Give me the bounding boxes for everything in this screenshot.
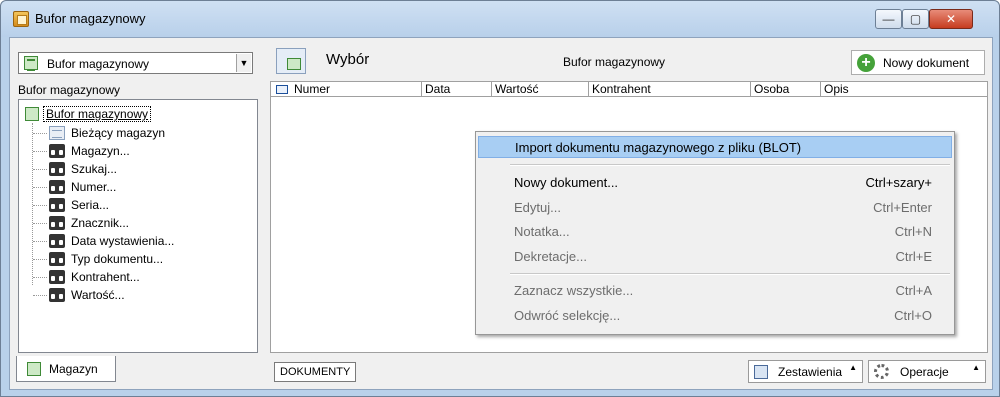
tree-item-label: Bieżący magazyn — [71, 126, 166, 140]
tree-item-label: Znacznik... — [71, 216, 130, 230]
tree-item-label: Numer... — [71, 180, 117, 194]
document-header: Wybór Bufor magazynowy + Nowy dokument — [270, 44, 988, 76]
buffer-icon — [24, 56, 38, 71]
tab-magazyn-label: Magazyn — [49, 361, 98, 376]
table-icon — [49, 126, 65, 140]
menu-item-decrees[interactable]: Dekretacje... Ctrl+E — [478, 246, 952, 268]
column-header-numer[interactable]: Numer — [270, 81, 422, 97]
plus-icon: + — [857, 53, 875, 72]
tree-item-magazyn[interactable]: Magazyn... — [33, 142, 130, 160]
binoculars-icon — [49, 234, 65, 248]
tree-root-label: Bufor magazynowy — [43, 106, 152, 122]
new-document-button[interactable]: + Nowy dokument — [851, 50, 985, 75]
tree-item-znacznik[interactable]: Znacznik... — [33, 214, 129, 232]
binoculars-icon — [49, 288, 65, 302]
app-icon — [13, 11, 29, 27]
gear-icon — [874, 364, 889, 379]
documents-tab[interactable]: DOKUMENTY — [274, 362, 357, 382]
tree-item-numer[interactable]: Numer... — [33, 178, 116, 196]
left-panel: Bufor magazynowy ▼ Bufor magazynowy Bufo… — [16, 44, 266, 384]
tree-item-biezacy-magazyn[interactable]: Bieżący magazyn — [33, 124, 165, 142]
menu-item-select-all[interactable]: Zaznacz wszystkie... Ctrl+A — [478, 280, 952, 302]
section-title: Wybór — [326, 51, 370, 68]
tree-item-szukaj[interactable]: Szukaj... — [33, 160, 117, 178]
tree-item-typ-dokumentu[interactable]: Typ dokumentu... — [33, 250, 163, 268]
tree-item-seria[interactable]: Seria... — [33, 196, 109, 214]
selection-icon — [276, 48, 306, 74]
caret-up-icon: ▲ — [972, 363, 980, 372]
tree-item-wartosc[interactable]: Wartość... — [33, 286, 125, 304]
column-header-osoba[interactable]: Osoba — [751, 81, 821, 97]
binoculars-icon — [49, 144, 65, 158]
binoculars-icon — [49, 198, 65, 212]
binoculars-icon — [49, 180, 65, 194]
close-button[interactable]: ✕ — [929, 9, 973, 29]
new-document-label: Nowy dokument — [883, 55, 970, 70]
menu-item-import-blot[interactable]: Import dokumentu magazynowego z pliku (B… — [478, 136, 952, 158]
minimize-button[interactable]: — — [875, 9, 902, 29]
tree-item-label: Kontrahent... — [71, 270, 140, 284]
chevron-down-icon[interactable]: ▼ — [236, 54, 251, 72]
menu-separator — [510, 164, 950, 166]
menu-separator — [510, 273, 950, 275]
tree-item-label: Magazyn... — [71, 144, 130, 158]
menu-item-note[interactable]: Notatka... Ctrl+N — [478, 221, 952, 243]
tree-item-label: Data wystawienia... — [71, 234, 175, 248]
tree-root[interactable]: Bufor magazynowy — [25, 106, 152, 122]
binoculars-icon — [49, 270, 65, 284]
column-headers: Numer Data Wartość Kontrahent Osoba Opis — [270, 81, 988, 97]
application-window: Bufor magazynowy — ▢ ✕ Bufor magazynowy … — [0, 0, 1000, 397]
window-title: Bufor magazynowy — [35, 11, 146, 26]
title-bar[interactable]: Bufor magazynowy — ▢ ✕ — [1, 1, 999, 37]
select-all-icon — [276, 85, 288, 95]
column-header-kontrahent[interactable]: Kontrahent — [589, 81, 751, 97]
column-header-wartosc[interactable]: Wartość — [492, 81, 589, 97]
bottom-toolbar: DOKUMENTY Zestawienia ▲ Operacje ▲ — [270, 359, 988, 384]
column-header-data[interactable]: Data — [422, 81, 492, 97]
tree-item-data-wystawienia[interactable]: Data wystawienia... — [33, 232, 174, 250]
tree-item-kontrahent[interactable]: Kontrahent... — [33, 268, 140, 286]
menu-item-new-document[interactable]: Nowy dokument... Ctrl+szary+ — [478, 172, 952, 194]
context-menu: Import dokumentu magazynowego z pliku (B… — [475, 131, 955, 335]
buffer-select-value: Bufor magazynowy — [47, 57, 150, 71]
buffer-label: Bufor magazynowy — [563, 55, 666, 69]
filter-tree: Bufor magazynowy Bieżący magazyn Magazyn… — [18, 99, 258, 353]
maximize-button[interactable]: ▢ — [902, 9, 929, 29]
operations-label: Operacje — [900, 364, 949, 379]
buffer-select[interactable]: Bufor magazynowy ▼ — [18, 52, 253, 74]
caret-up-icon: ▲ — [849, 363, 857, 372]
tree-item-label: Seria... — [71, 198, 110, 212]
binoculars-icon — [49, 252, 65, 266]
column-header-opis[interactable]: Opis — [821, 81, 988, 97]
binoculars-icon — [49, 216, 65, 230]
chart-icon — [754, 364, 768, 379]
operations-button[interactable]: Operacje ▲ — [868, 360, 986, 383]
tree-item-label: Szukaj... — [71, 162, 118, 176]
warehouse-icon — [27, 361, 41, 376]
tree-item-label: Typ dokumentu... — [71, 252, 164, 266]
tree-item-label: Wartość... — [71, 288, 125, 302]
reports-label: Zestawienia — [778, 364, 843, 379]
reports-button[interactable]: Zestawienia ▲ — [748, 360, 863, 383]
buffer-icon — [25, 107, 39, 121]
menu-item-edit[interactable]: Edytuj... Ctrl+Enter — [478, 197, 952, 219]
tab-magazyn[interactable]: Magazyn — [16, 356, 116, 382]
menu-item-invert-selection[interactable]: Odwróć selekcję... Ctrl+O — [478, 305, 952, 327]
left-panel-heading: Bufor magazynowy — [18, 83, 121, 97]
binoculars-icon — [49, 162, 65, 176]
